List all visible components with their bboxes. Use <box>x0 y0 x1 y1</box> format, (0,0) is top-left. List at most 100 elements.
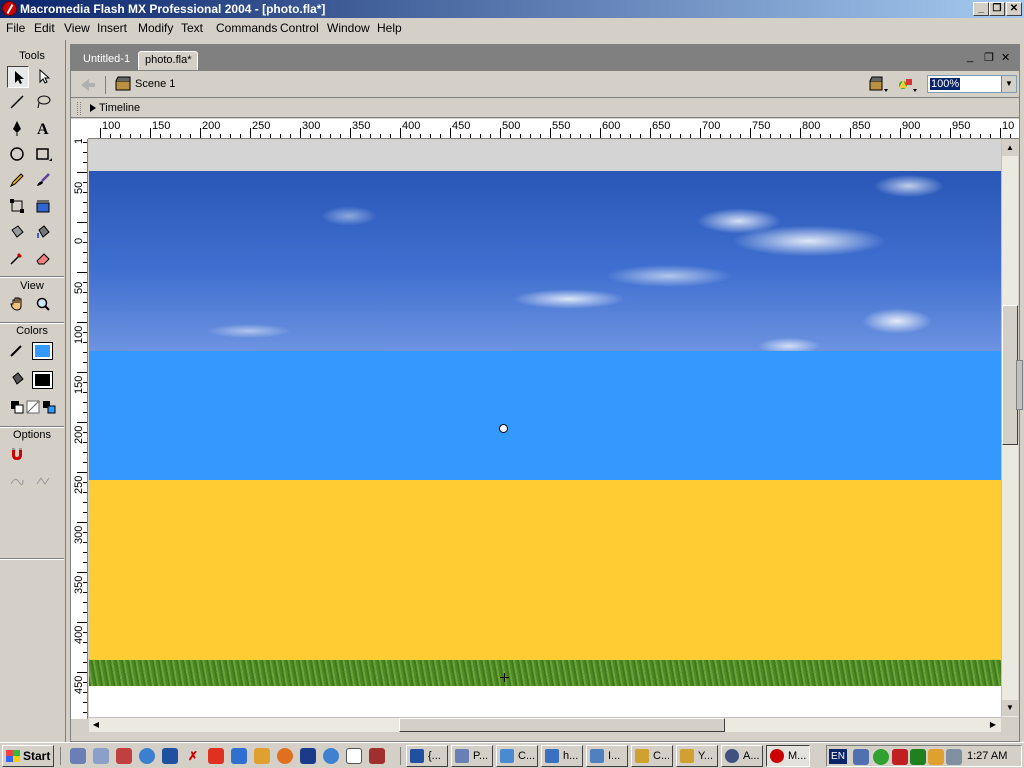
horizontal-scrollbar[interactable]: ◀ ▶ <box>89 717 1001 732</box>
pencil-tool-icon[interactable] <box>7 170 29 192</box>
restore-button[interactable]: ❐ <box>989 2 1005 16</box>
stage-canvas[interactable] <box>89 140 1001 717</box>
tab-untitled-1[interactable]: Untitled-1 <box>77 51 136 70</box>
quicklaunch-desktop-icon[interactable] <box>70 748 86 764</box>
zoom-value[interactable]: 100% <box>930 78 961 90</box>
task-button-6[interactable]: C... <box>631 745 673 767</box>
quicklaunch-firefox-icon[interactable] <box>277 748 293 764</box>
task-button-1[interactable]: {... <box>406 745 448 767</box>
tab-photo-fla[interactable]: photo.fla* <box>138 51 199 70</box>
swap-colors-icon[interactable] <box>39 397 61 419</box>
task-button-8[interactable]: A... <box>721 745 763 767</box>
panel-grip-icon[interactable] <box>77 102 81 115</box>
hand-tool-icon[interactable] <box>7 294 29 316</box>
start-label[interactable]: Start <box>23 749 50 763</box>
back-arrow-icon[interactable] <box>77 76 99 94</box>
ink-bottle-tool-icon[interactable] <box>7 222 29 244</box>
scroll-left-arrow-icon[interactable]: ◀ <box>89 718 103 732</box>
menu-file[interactable]: File <box>6 21 25 35</box>
grass-photo[interactable] <box>89 660 1001 686</box>
menu-insert[interactable]: Insert <box>97 21 127 35</box>
chevron-down-icon[interactable]: ▼ <box>1001 76 1016 92</box>
timeline-label[interactable]: Timeline <box>99 102 140 114</box>
doc-minimize-button[interactable]: _ <box>967 51 973 63</box>
tray-app-icon[interactable] <box>910 749 926 765</box>
start-button[interactable]: Start <box>2 745 54 767</box>
menu-control[interactable]: Control <box>280 21 319 35</box>
doc-restore-button[interactable]: ❐ <box>984 51 994 64</box>
menu-commands[interactable]: Commands <box>216 21 277 35</box>
line-tool-icon[interactable] <box>7 92 29 114</box>
smooth-icon[interactable] <box>7 472 29 494</box>
quicklaunch-pencil-icon[interactable] <box>254 748 270 764</box>
oval-tool-icon[interactable] <box>7 144 29 166</box>
straighten-icon[interactable] <box>33 472 55 494</box>
doc-close-button[interactable]: ✕ <box>1001 51 1010 64</box>
tray-gear-icon[interactable] <box>873 749 889 765</box>
task-button-2[interactable]: P... <box>451 745 493 767</box>
rectangle-tool-icon[interactable] <box>33 144 55 166</box>
lasso-tool-icon[interactable] <box>33 92 55 114</box>
menu-help[interactable]: Help <box>377 21 402 35</box>
minimize-button[interactable]: _ <box>973 2 989 16</box>
quicklaunch-app-icon[interactable] <box>162 748 178 764</box>
quicklaunch-acrobat-icon[interactable] <box>208 748 224 764</box>
paint-bucket-tool-icon[interactable] <box>33 222 55 244</box>
quicklaunch-ie-icon[interactable] <box>139 748 155 764</box>
scene-label[interactable]: Scene 1 <box>135 78 175 90</box>
scroll-down-arrow-icon[interactable]: ▼ <box>1002 700 1018 716</box>
text-tool-icon[interactable]: A <box>33 118 55 140</box>
flash-app-icon[interactable] <box>2 1 17 16</box>
brush-tool-icon[interactable] <box>33 170 55 192</box>
quicklaunch-tool-icon[interactable]: ✗ <box>185 748 201 764</box>
registration-point-icon[interactable] <box>499 424 508 433</box>
close-button[interactable]: ✕ <box>1006 2 1022 16</box>
task-button-3[interactable]: C... <box>496 745 538 767</box>
quicklaunch-media-icon[interactable] <box>323 748 339 764</box>
horizontal-scroll-thumb[interactable] <box>399 718 725 732</box>
tray-pencil-icon[interactable] <box>928 749 944 765</box>
zoom-tool-icon[interactable] <box>33 294 55 316</box>
quicklaunch-word-icon[interactable] <box>346 748 362 764</box>
quicklaunch-powerpoint-icon[interactable] <box>300 748 316 764</box>
task-button-7[interactable]: Y... <box>676 745 718 767</box>
quicklaunch-dictionary-icon[interactable] <box>116 748 132 764</box>
task-button-4[interactable]: h... <box>541 745 583 767</box>
expand-arrow-icon[interactable] <box>90 104 96 112</box>
pen-tool-icon[interactable] <box>7 118 29 140</box>
eraser-tool-icon[interactable] <box>33 248 55 270</box>
quicklaunch-misc-icon[interactable] <box>369 748 385 764</box>
arrow-tool-icon[interactable] <box>7 66 29 88</box>
snap-magnet-icon[interactable] <box>7 444 29 466</box>
yellow-rectangle[interactable] <box>89 480 1001 660</box>
sky-photo[interactable] <box>89 171 1001 351</box>
menu-view[interactable]: View <box>64 21 90 35</box>
free-transform-tool-icon[interactable] <box>7 196 29 218</box>
panel-collapse-handle[interactable] <box>1016 360 1023 410</box>
quicklaunch-browser-icon[interactable] <box>231 748 247 764</box>
stroke-color-swatch[interactable] <box>32 342 53 360</box>
language-indicator[interactable]: EN <box>829 749 847 764</box>
quicklaunch-calculator-icon[interactable] <box>93 748 109 764</box>
tray-zonealarm-icon[interactable] <box>892 749 908 765</box>
subselect-tool-icon[interactable] <box>33 66 55 88</box>
task-button-5[interactable]: I... <box>586 745 628 767</box>
tray-network-icon[interactable] <box>853 749 869 765</box>
menu-modify[interactable]: Modify <box>138 21 173 35</box>
fill-transform-tool-icon[interactable] <box>33 196 55 218</box>
edit-scene-icon[interactable] <box>869 76 888 94</box>
timeline-panel-header[interactable]: Timeline <box>71 100 1019 118</box>
menu-text[interactable]: Text <box>181 21 203 35</box>
menu-window[interactable]: Window <box>327 21 370 35</box>
blue-rectangle[interactable] <box>89 351 1001 480</box>
tray-connection-icon[interactable] <box>946 749 962 765</box>
fill-color-swatch[interactable] <box>32 371 53 389</box>
edit-symbols-icon[interactable] <box>897 76 917 94</box>
stage-white-area[interactable] <box>89 686 1001 717</box>
scroll-right-arrow-icon[interactable]: ▶ <box>986 718 1000 732</box>
zoom-dropdown[interactable]: 100% ▼ <box>927 75 1017 93</box>
vertical-scrollbar[interactable]: ▲ ▼ <box>1001 140 1018 717</box>
menu-edit[interactable]: Edit <box>34 21 55 35</box>
scroll-up-arrow-icon[interactable]: ▲ <box>1002 140 1018 156</box>
clock[interactable]: 1:27 AM <box>967 750 1007 762</box>
